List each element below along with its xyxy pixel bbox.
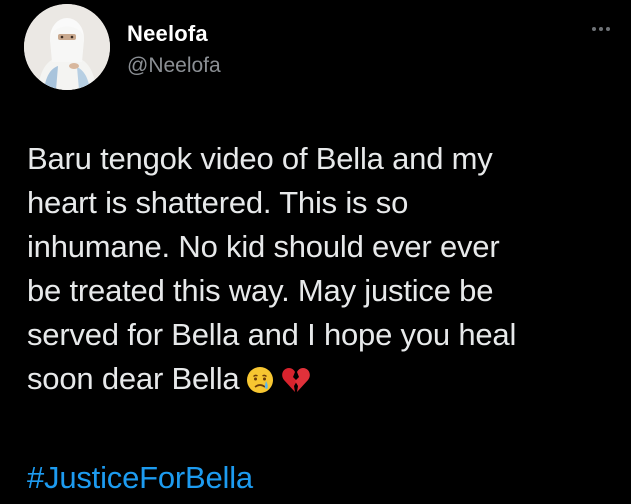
tweet-text-line: inhumane. No kid should ever ever [27,229,500,264]
tweet-text-last-line: soon dear Bella [27,357,617,407]
tweet-card: Neelofa @Neelofa Baru tengok video of Be… [0,0,631,504]
hashtag-link[interactable]: #JusticeForBella [27,458,253,498]
avatar[interactable] [24,4,110,90]
profile-photo-icon [24,4,110,90]
tweet-text-line: soon dear Bella [27,361,240,396]
user-handle[interactable]: @Neelofa [127,54,221,78]
tweet-text: Baru tengok video of Bella and my heart … [27,137,617,407]
broken-heart-emoji-icon [281,363,311,407]
more-options-button[interactable] [586,19,618,39]
more-options-icon [592,27,610,31]
tweet-text-line: served for Bella and I hope you heal [27,317,517,352]
display-name[interactable]: Neelofa [127,21,208,47]
tweet-text-line: heart is shattered. This is so [27,185,409,220]
crying-face-emoji-icon [245,363,275,407]
tweet-text-line: Baru tengok video of Bella and my [27,141,493,176]
tweet-text-line: be treated this way. May justice be [27,273,494,308]
